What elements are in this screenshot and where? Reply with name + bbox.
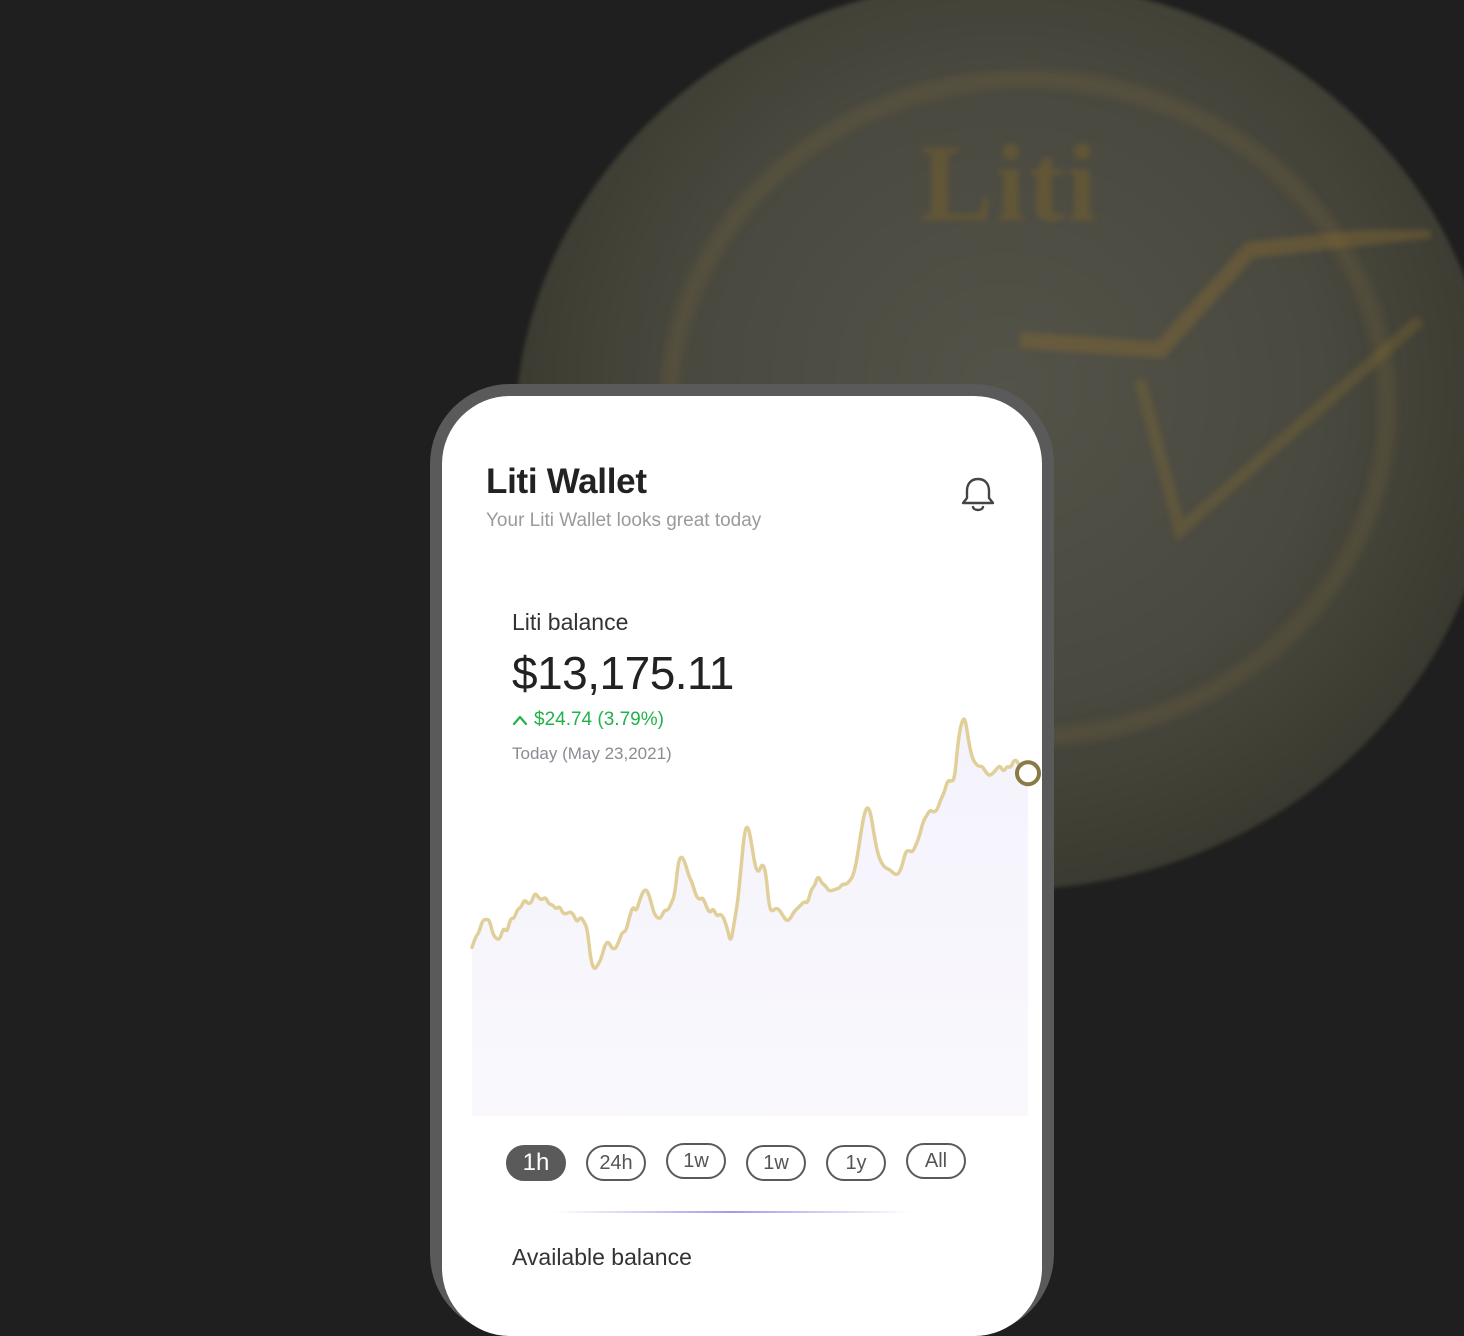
range-button-1y[interactable]: 1y [826,1145,886,1181]
chart-current-point[interactable] [1015,760,1041,787]
balance-label: Liti balance [512,609,629,635]
notification-button[interactable] [956,472,1000,516]
range-button-all[interactable]: All [906,1143,966,1179]
bell-icon [961,477,995,512]
range-button-24h[interactable]: 24h [586,1145,646,1181]
range-button-1w-2[interactable]: 1w [746,1145,806,1181]
balance-value: $13,175.11 [512,647,734,699]
range-button-1h[interactable]: 1h [506,1145,566,1181]
page-title: Liti Wallet [486,462,647,501]
page-subtitle: Your Liti Wallet looks great today [486,510,762,531]
wallet-screen: Liti Wallet Your Liti Wallet looks great… [442,396,1042,1336]
divider [552,1211,912,1213]
range-button-1w[interactable]: 1w [666,1143,726,1179]
background-coin-text: Liti [920,122,1100,244]
available-balance-label: Available balance [512,1244,692,1270]
background-coin-emblem [1019,230,1431,541]
balance-chart[interactable] [442,696,1042,1126]
chart-area-fill [472,719,1029,1116]
time-range-selector: 1h 24h 1w 1w 1y All [506,1143,986,1185]
